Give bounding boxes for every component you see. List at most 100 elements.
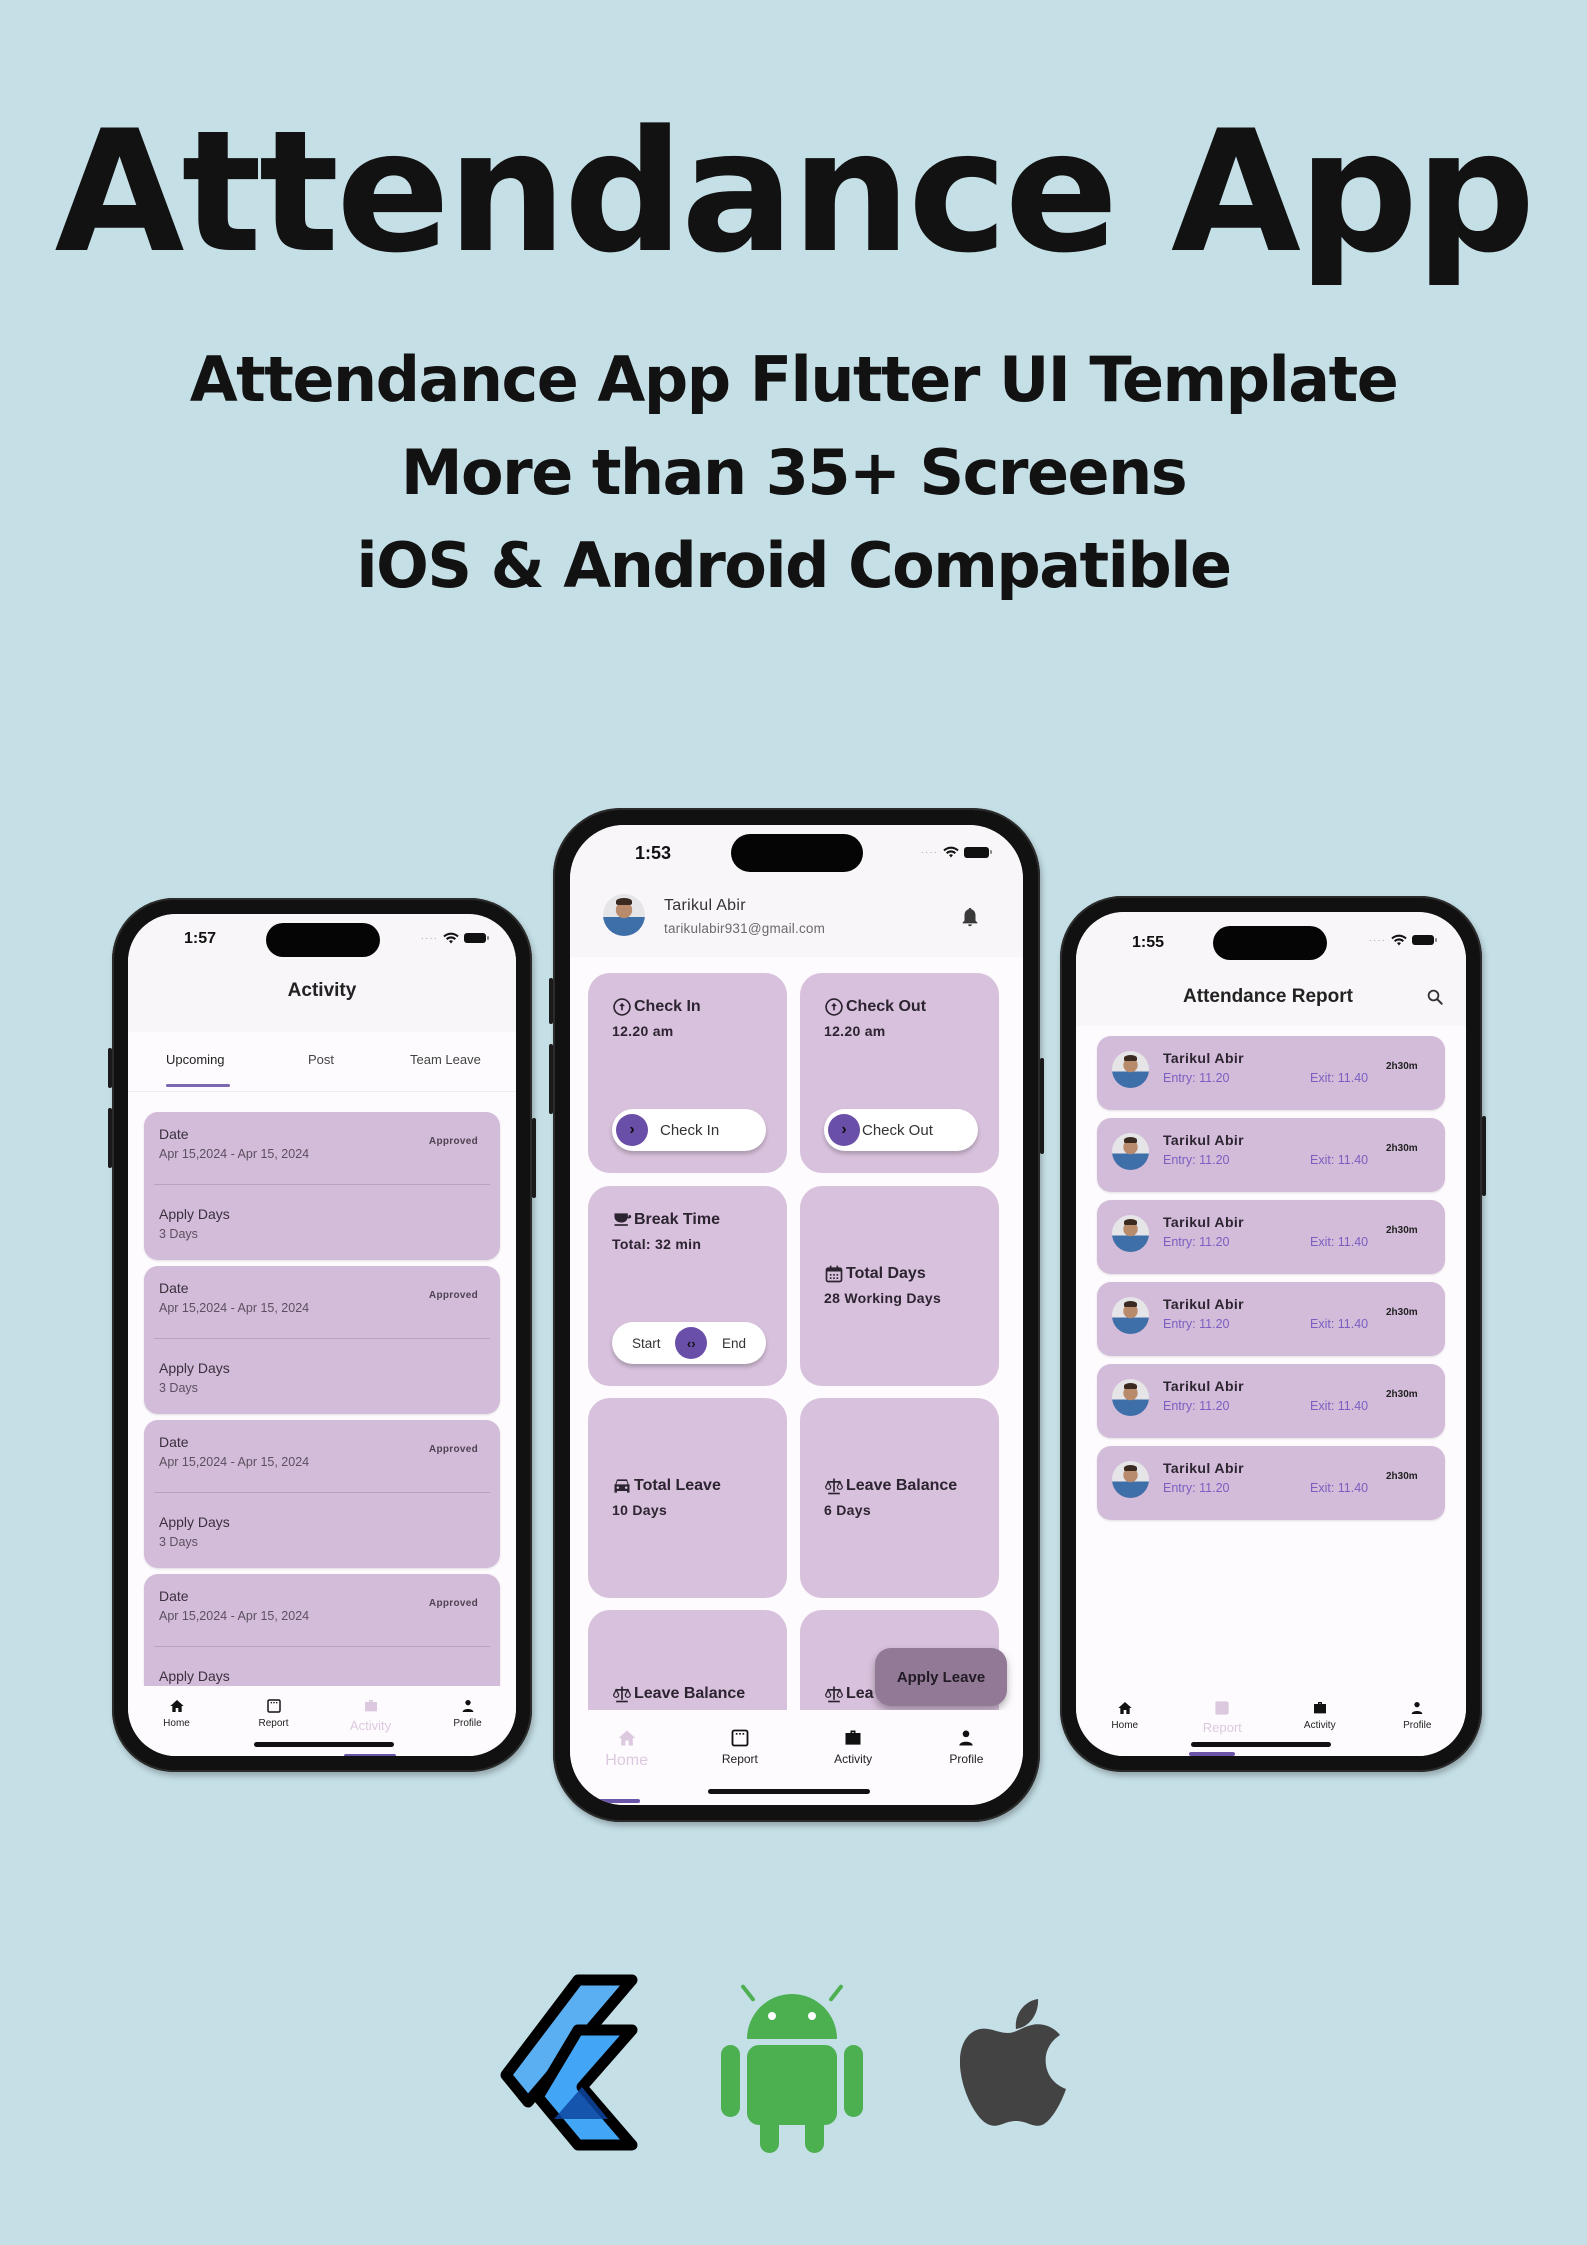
home-icon xyxy=(618,1730,635,1746)
nav-profile[interactable]: Profile xyxy=(1369,1700,1467,1756)
person-icon xyxy=(462,1700,473,1712)
arrow-circle-up-icon xyxy=(613,998,631,1016)
tile-value: 6 Days xyxy=(824,1502,871,1518)
tile-title: Check Out xyxy=(846,998,927,1015)
avatar[interactable] xyxy=(603,894,645,936)
page-title: Activity xyxy=(287,980,357,1001)
car-icon xyxy=(614,1479,630,1493)
employee-name: Tarikul Abir xyxy=(1163,1214,1245,1230)
battery-icon xyxy=(1412,935,1437,945)
nav-label: Report xyxy=(258,1718,289,1729)
break-toggle[interactable]: Start ‹› End xyxy=(612,1322,766,1364)
exit-time: Exit: 11.40 xyxy=(1310,1071,1369,1085)
nav-report[interactable]: Report xyxy=(225,1698,322,1756)
tile-title: Break Time xyxy=(634,1211,720,1228)
divider xyxy=(154,1338,490,1339)
start-label[interactable]: Start xyxy=(632,1336,661,1351)
leave-card[interactable]: Date Apr 15,2024 - Apr 15, 2024 Approved… xyxy=(144,1112,500,1260)
nav-profile[interactable]: Profile xyxy=(910,1728,1023,1805)
attendance-row[interactable]: Tarikul Abir Entry: 11.20 Exit: 11.40 2h30m xyxy=(1097,1036,1445,1110)
exit-time: Exit: 11.40 xyxy=(1310,1317,1369,1331)
attendance-row[interactable]: Tarikul Abir Entry: 11.20 Exit: 11.40 2h30m xyxy=(1097,1446,1445,1520)
nav-label: Report xyxy=(1202,1720,1242,1735)
date-label: Date xyxy=(159,1280,189,1296)
attendance-row[interactable]: Tarikul Abir Entry: 11.20 Exit: 11.40 2h30m xyxy=(1097,1200,1445,1274)
check-in-button[interactable]: › Check In xyxy=(612,1109,766,1151)
notification-bell-icon[interactable] xyxy=(959,905,981,929)
divider xyxy=(154,1184,490,1185)
avatar xyxy=(1112,1379,1149,1416)
volume-button xyxy=(108,1108,112,1168)
home-indicator xyxy=(708,1789,870,1794)
nav-activity[interactable]: Activity xyxy=(322,1698,419,1756)
date-range: Apr 15,2024 - Apr 15, 2024 xyxy=(159,1609,310,1623)
nav-label: Activity xyxy=(834,1752,873,1766)
nav-home[interactable]: Home xyxy=(570,1728,683,1805)
phone-home: 1:53 ···· Tarikul Abir tarikulabir931@gm… xyxy=(549,808,1044,1822)
attendance-row[interactable]: Tarikul Abir Entry: 11.20 Exit: 11.40 2h30m xyxy=(1097,1282,1445,1356)
home-indicator xyxy=(254,1742,394,1747)
nav-home[interactable]: Home xyxy=(1076,1700,1174,1756)
nav-label: Home xyxy=(605,1752,648,1769)
active-tab-indicator xyxy=(344,1754,396,1756)
nav-home[interactable]: Home xyxy=(128,1698,225,1756)
avatar xyxy=(1112,1051,1149,1088)
active-tab-indicator xyxy=(596,1799,640,1803)
leave-card[interactable]: Date Apr 15,2024 - Apr 15, 2024 Approved… xyxy=(144,1420,500,1568)
tab-post[interactable]: Post xyxy=(308,1052,334,1067)
duration: 2h30m xyxy=(1386,1389,1418,1400)
dynamic-island xyxy=(266,923,380,957)
volume-button xyxy=(549,1044,553,1114)
leave-balance-tile: Leave Balance 6 Days xyxy=(800,1398,999,1598)
attendance-row[interactable]: Tarikul Abir Entry: 11.20 Exit: 11.40 2h30m xyxy=(1097,1364,1445,1438)
tile-title: Leave Balance xyxy=(634,1685,746,1702)
subtitle-compatibility: iOS & Android Compatible xyxy=(356,529,1232,602)
apply-days-label: Apply Days xyxy=(159,1668,230,1684)
tab-upcoming[interactable]: Upcoming xyxy=(166,1052,225,1067)
date-range: Apr 15,2024 - Apr 15, 2024 xyxy=(159,1301,310,1315)
home-indicator xyxy=(1191,1742,1331,1747)
hero-title: Attendance App xyxy=(54,94,1536,290)
tab-team-leave[interactable]: Team Leave xyxy=(410,1052,481,1067)
nav-profile[interactable]: Profile xyxy=(419,1698,516,1756)
tile-value: 10 Days xyxy=(612,1502,668,1518)
phone-report: 1:55 ···· Attendance Report Tarikul Abir… xyxy=(1060,896,1486,1772)
check-out-button[interactable]: › Check Out xyxy=(824,1109,978,1151)
dynamic-island xyxy=(731,834,863,872)
nav-activity[interactable]: Activity xyxy=(1271,1700,1369,1756)
total-leave-tile: Total Leave 10 Days xyxy=(588,1398,787,1598)
duration: 2h30m xyxy=(1386,1471,1418,1482)
status-time: 1:53 xyxy=(635,843,672,863)
wifi-icon xyxy=(443,932,459,944)
nav-label: Activity xyxy=(349,1718,392,1733)
divider xyxy=(154,1492,490,1493)
tab-indicator xyxy=(166,1084,230,1087)
exit-time: Exit: 11.40 xyxy=(1310,1481,1369,1495)
phone-activity: 1:57 ···· Activity Upcoming Post Team Le… xyxy=(108,898,536,1772)
power-button xyxy=(1482,1116,1486,1196)
tile-value: 12.20 am xyxy=(612,1023,674,1039)
date-range: Apr 15,2024 - Apr 15, 2024 xyxy=(159,1455,310,1469)
tile-value: Total: 32 min xyxy=(612,1236,702,1252)
home-screen: 1:53 ···· Tarikul Abir tarikulabir931@gm… xyxy=(570,825,1023,1805)
briefcase-icon xyxy=(845,1730,861,1745)
active-tab-indicator xyxy=(1189,1752,1235,1756)
briefcase-icon xyxy=(364,1700,377,1712)
apply-days-label: Apply Days xyxy=(159,1514,230,1530)
chevron-right-icon: › xyxy=(828,1114,860,1146)
activity-screen: 1:57 ···· Activity Upcoming Post Team Le… xyxy=(128,914,516,1756)
subtitle-template: Attendance App Flutter UI Template xyxy=(189,343,1399,416)
search-icon[interactable] xyxy=(1426,988,1444,1006)
apply-days-label: Apply Days xyxy=(159,1360,230,1376)
nav-label: Home xyxy=(1111,1720,1139,1731)
attendance-row[interactable]: Tarikul Abir Entry: 11.20 Exit: 11.40 2h30m xyxy=(1097,1118,1445,1192)
entry-time: Entry: 11.20 xyxy=(1163,1317,1230,1331)
duration: 2h30m xyxy=(1386,1143,1418,1154)
entry-time: Entry: 11.20 xyxy=(1163,1153,1230,1167)
date-range: Apr 15,2024 - Apr 15, 2024 xyxy=(159,1147,310,1161)
nav-report[interactable]: Report xyxy=(1174,1700,1272,1756)
leave-card[interactable]: Date Apr 15,2024 - Apr 15, 2024 Approved… xyxy=(144,1266,500,1414)
total-days-tile: Total Days 28 Working Days xyxy=(800,1186,999,1386)
end-label[interactable]: End xyxy=(722,1336,746,1351)
apply-leave-button[interactable]: Apply Leave xyxy=(875,1648,1007,1706)
